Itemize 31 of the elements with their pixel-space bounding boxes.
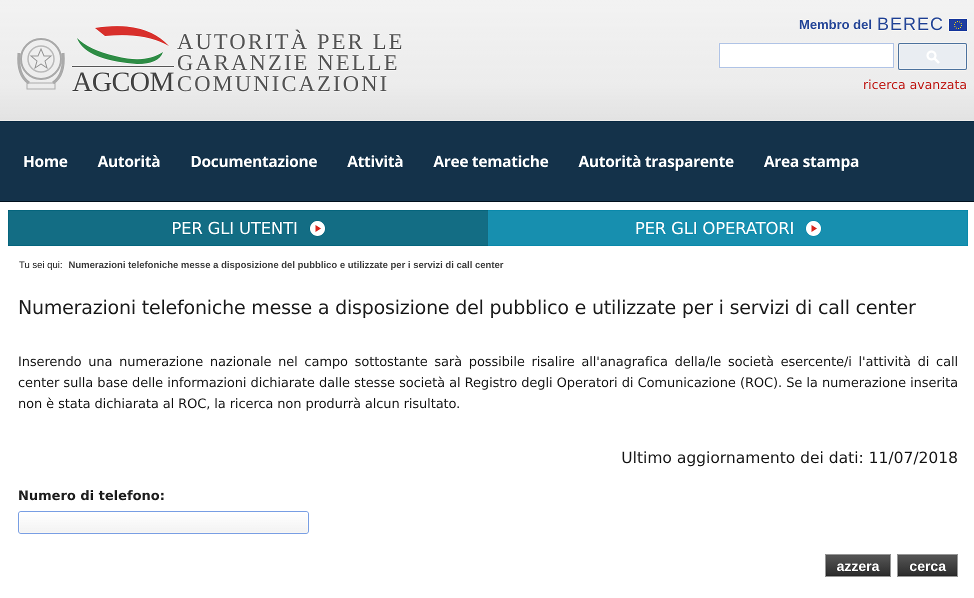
breadcrumb-current: Numerazioni telefoniche messe a disposizione del pubblico e utilizzate per i servizi di call center xyxy=(68,260,504,271)
nav-link[interactable]: Documentazione xyxy=(175,150,332,172)
breadcrumb-label: Tu sei qui: xyxy=(19,260,62,271)
page-title: Numerazioni telefoniche messe a disposizione del pubblico e utilizzate per i servizi di call center xyxy=(18,297,917,319)
brand-logo-text: BEREC xyxy=(876,14,944,35)
swoosh-icon xyxy=(75,24,171,66)
nav-link[interactable]: Autorità trasparente xyxy=(563,150,749,172)
phone-label: Numero di telefono: xyxy=(18,489,166,504)
logo-text: AGCOM xyxy=(72,66,174,97)
flag-icon xyxy=(949,18,967,30)
nav-link[interactable]: Aree tematiche xyxy=(418,150,564,172)
title-line: COMUNICAZIONI xyxy=(177,73,390,94)
search-field[interactable] xyxy=(719,43,894,68)
title-line: GARANZIE NELLE xyxy=(177,52,401,73)
phone-field[interactable] xyxy=(18,511,309,534)
intro-paragraph: Inserendo una numerazione nazionale nel campo sottostante sarà possibile risalire all'anagrafica della/le società esercente/i l'attività di call center sulla base delle informazioni dichiarate dalle stesse società al Registro degli Operatori di Comunicazione (ROC). Se la numerazione inserita non è stata dichiarata al ROC, la ricerca non produrrà alcun risultato. xyxy=(18,354,958,414)
search-button[interactable] xyxy=(898,43,967,70)
arrow-circle-icon xyxy=(310,220,325,236)
last-update-text: Ultimo aggiornamento dei dati: 11/07/2018 xyxy=(621,449,958,467)
arrow-circle-icon xyxy=(806,220,822,236)
advanced-search-link[interactable]: ricerca avanzata xyxy=(863,77,967,92)
membership-label: Membro del xyxy=(799,17,872,32)
nav-link[interactable]: Attività xyxy=(332,150,418,172)
nav-link[interactable]: Home xyxy=(8,150,83,172)
title-line: AUTORITÀ PER LE xyxy=(177,31,405,52)
audience-tab[interactable]: PER GLI OPERATORI xyxy=(488,210,968,246)
nav-link[interactable]: Autorità xyxy=(82,150,176,172)
form-button[interactable]: cerca xyxy=(897,554,958,577)
nav-link[interactable]: Area stampa xyxy=(748,150,874,172)
audience-tab[interactable]: PER GLI UTENTI xyxy=(8,210,488,246)
form-button[interactable]: azzera xyxy=(824,554,892,577)
